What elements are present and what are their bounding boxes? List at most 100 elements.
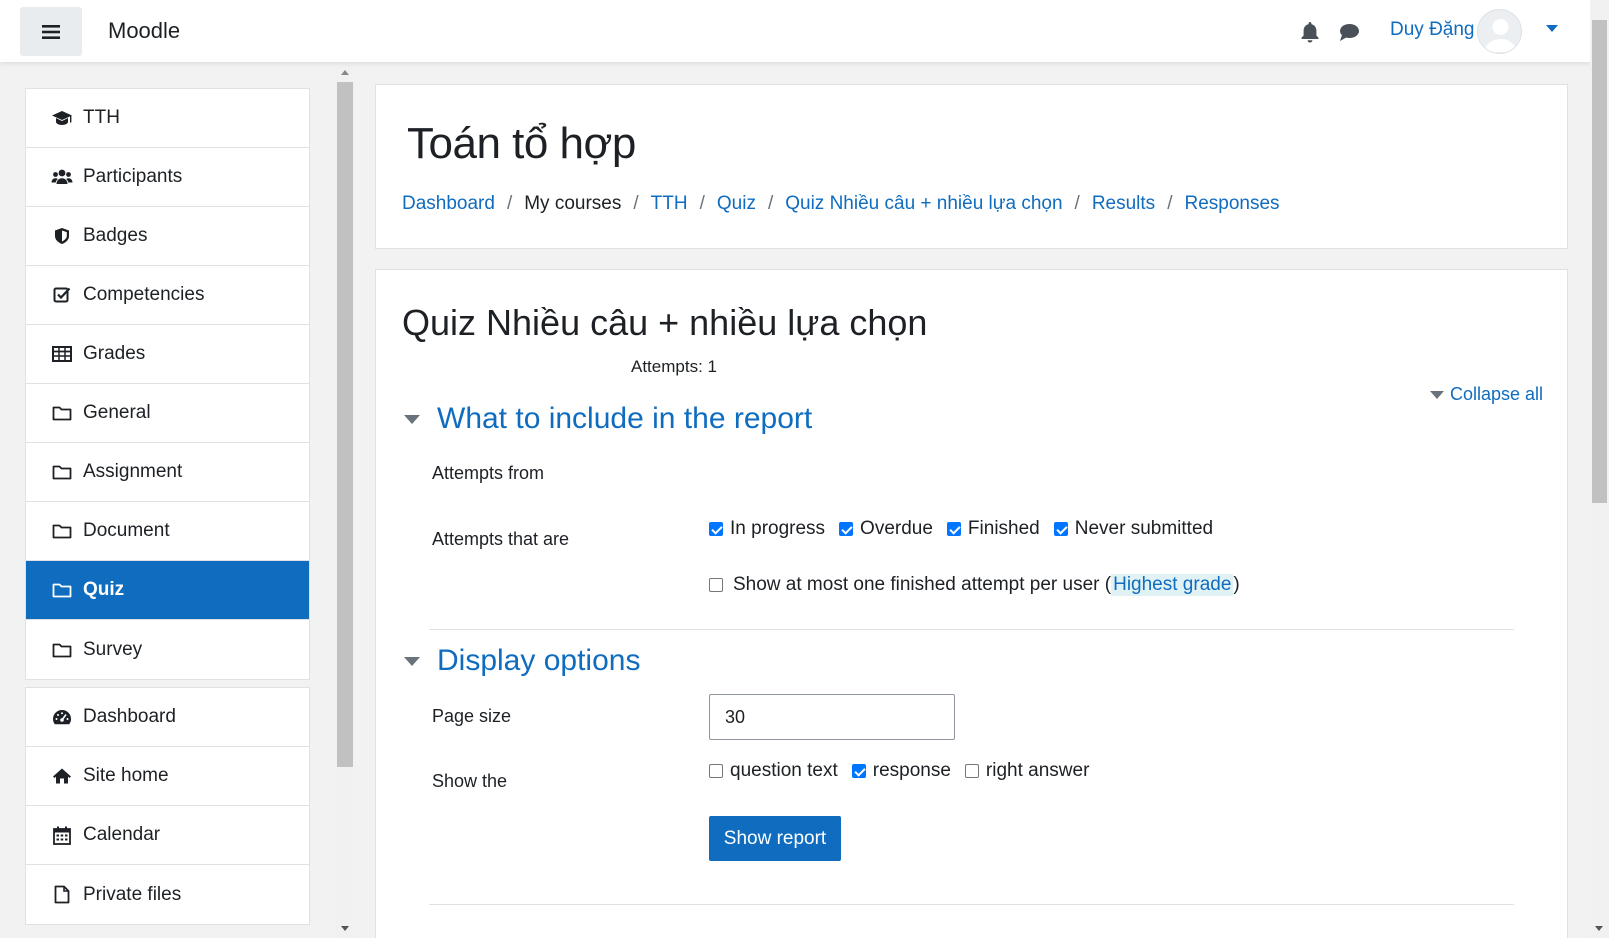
- top-navbar: Moodle Duy Đặng: [0, 0, 1609, 62]
- show-right-answer-label: right answer: [985, 760, 1090, 781]
- show-question-text-label: question text: [730, 760, 838, 781]
- message-icon: [1340, 24, 1359, 41]
- breadcrumb-separator: /: [767, 193, 774, 214]
- drawer-item-calendar[interactable]: Calendar: [26, 806, 309, 865]
- folder-icon: [51, 462, 73, 482]
- drawer-item-label: TTH: [83, 107, 120, 128]
- drawer-item-quiz[interactable]: Quiz: [26, 561, 309, 620]
- drawer-item-tth[interactable]: TTH: [26, 89, 309, 148]
- scroll-down-arrow-icon[interactable]: [341, 926, 349, 931]
- page-title: Toán tổ hợp: [407, 119, 636, 168]
- drawer-item-label: Site home: [83, 765, 169, 786]
- user-name[interactable]: Duy Đặng: [1390, 19, 1475, 41]
- show-report-button[interactable]: Show report: [709, 816, 841, 861]
- folder-icon: [51, 521, 73, 541]
- drawer-item-grades[interactable]: Grades: [26, 325, 309, 384]
- folder-icon: [51, 640, 73, 660]
- menu-toggle-button[interactable]: [20, 7, 82, 56]
- dashboard-icon: [51, 707, 73, 727]
- one-attempt-close-paren: ): [1233, 574, 1240, 595]
- drawer-item-label: Dashboard: [83, 706, 176, 727]
- state-finished-label: Finished: [967, 518, 1040, 539]
- drawer-item-label: Participants: [83, 166, 183, 187]
- attempts-from-label: Attempts from: [432, 463, 545, 483]
- drawer-item-survey[interactable]: Survey: [26, 620, 309, 679]
- breadcrumb: Dashboard / My courses / TTH / Quiz / Qu…: [402, 193, 1280, 215]
- one-attempt-option[interactable]: Show at most one finished attempt per us…: [709, 574, 1240, 596]
- drawer-item-general[interactable]: General: [26, 384, 309, 443]
- avatar[interactable]: [1477, 9, 1522, 54]
- state-in-progress-option[interactable]: In progress: [709, 518, 825, 540]
- show-question-text-option[interactable]: question text: [709, 760, 838, 782]
- breadcrumb-responses[interactable]: Responses: [1184, 193, 1279, 215]
- attempts-that-are-label: Attempts that are: [432, 529, 570, 549]
- nav-drawer: TTH Participants Badges Competencies Gra…: [0, 62, 356, 938]
- drawer-list: TTH Participants Badges Competencies Gra…: [25, 88, 310, 932]
- breadcrumb-quiz[interactable]: Quiz: [717, 193, 756, 215]
- page-scrollbar[interactable]: [1590, 0, 1609, 938]
- folder-icon: [51, 403, 73, 423]
- show-response-checkbox[interactable]: [851, 764, 866, 778]
- main-content: Quiz Nhiều câu + nhiều lựa chọn Attempts…: [375, 269, 1568, 938]
- scroll-down-arrow-icon[interactable]: [1595, 926, 1603, 931]
- state-never-submitted-label: Never submitted: [1074, 518, 1214, 539]
- collapse-all-link[interactable]: Collapse all: [1430, 384, 1543, 405]
- drawer-item-competencies[interactable]: Competencies: [26, 266, 309, 325]
- graduation-cap-icon: [51, 108, 73, 128]
- drawer-item-participants[interactable]: Participants: [26, 148, 309, 207]
- show-right-answer-checkbox[interactable]: [964, 764, 979, 778]
- messages-button[interactable]: [1338, 22, 1362, 44]
- drawer-item-document[interactable]: Document: [26, 502, 309, 561]
- drawer-item-label: Document: [83, 520, 170, 541]
- breadcrumb-tth[interactable]: TTH: [651, 193, 688, 215]
- section-display-header[interactable]: Display options: [404, 644, 640, 678]
- show-right-answer-option[interactable]: right answer: [964, 760, 1090, 782]
- page-size-value: 30: [725, 706, 746, 727]
- drawer-item-site-home[interactable]: Site home: [26, 747, 309, 806]
- drawer-item-label: Private files: [83, 883, 182, 905]
- drawer-item-label: Quiz: [83, 579, 125, 600]
- site-brand[interactable]: Moodle: [108, 18, 180, 44]
- breadcrumb-dashboard[interactable]: Dashboard: [402, 193, 495, 215]
- highest-grade-link[interactable]: Highest grade: [1111, 574, 1234, 596]
- state-finished-option[interactable]: Finished: [946, 518, 1040, 540]
- drawer-item-dashboard[interactable]: Dashboard: [26, 688, 309, 747]
- drawer-item-label: Calendar: [83, 824, 161, 845]
- caret-down-icon: [404, 656, 420, 666]
- breadcrumb-quiz-name[interactable]: Quiz Nhiều câu + nhiều lựa chọn: [785, 193, 1062, 215]
- attempts-count[interactable]: Attempts: 1: [631, 357, 717, 377]
- page-scrollbar-thumb[interactable]: [1592, 20, 1607, 503]
- state-never-submitted-option[interactable]: Never submitted: [1053, 518, 1214, 540]
- drawer-scrollbar-thumb[interactable]: [337, 82, 353, 767]
- state-overdue-option[interactable]: Overdue: [839, 518, 933, 540]
- breadcrumb-results[interactable]: Results: [1092, 193, 1155, 215]
- section-report-header[interactable]: What to include in the report: [404, 402, 812, 436]
- state-finished-checkbox[interactable]: [946, 522, 961, 536]
- chevron-down-icon[interactable]: [1546, 25, 1558, 32]
- quiz-title: Quiz Nhiều câu + nhiều lựa chọn: [402, 302, 928, 343]
- one-attempt-checkbox[interactable]: [709, 578, 723, 592]
- scroll-up-arrow-icon[interactable]: [341, 70, 349, 75]
- attempt-states-group: In progress Overdue Finished Never submi…: [709, 518, 1227, 540]
- file-icon: [51, 885, 73, 905]
- drawer-item-badges[interactable]: Badges: [26, 207, 309, 266]
- state-in-progress-checkbox[interactable]: [709, 522, 723, 536]
- menu-icon: [42, 24, 60, 39]
- state-in-progress-label: In progress: [730, 518, 826, 539]
- drawer-item-private-files[interactable]: Private files: [26, 865, 309, 924]
- drawer-item-label: Survey: [83, 638, 143, 660]
- show-response-option[interactable]: response: [851, 760, 951, 782]
- state-overdue-label: Overdue: [860, 518, 933, 539]
- show-question-text-checkbox[interactable]: [709, 764, 723, 778]
- notifications-button[interactable]: [1300, 21, 1322, 43]
- course-nav-group: TTH Participants Badges Competencies Gra…: [25, 88, 310, 680]
- users-icon: [51, 167, 73, 187]
- table-icon: [51, 344, 73, 364]
- drawer-item-assignment[interactable]: Assignment: [26, 443, 309, 502]
- page-size-input[interactable]: 30: [709, 694, 955, 740]
- show-the-label: Show the: [432, 771, 508, 791]
- state-overdue-checkbox[interactable]: [839, 522, 854, 536]
- drawer-scrollbar[interactable]: [336, 62, 354, 938]
- breadcrumb-separator: /: [506, 193, 513, 214]
- state-never-submitted-checkbox[interactable]: [1053, 522, 1068, 536]
